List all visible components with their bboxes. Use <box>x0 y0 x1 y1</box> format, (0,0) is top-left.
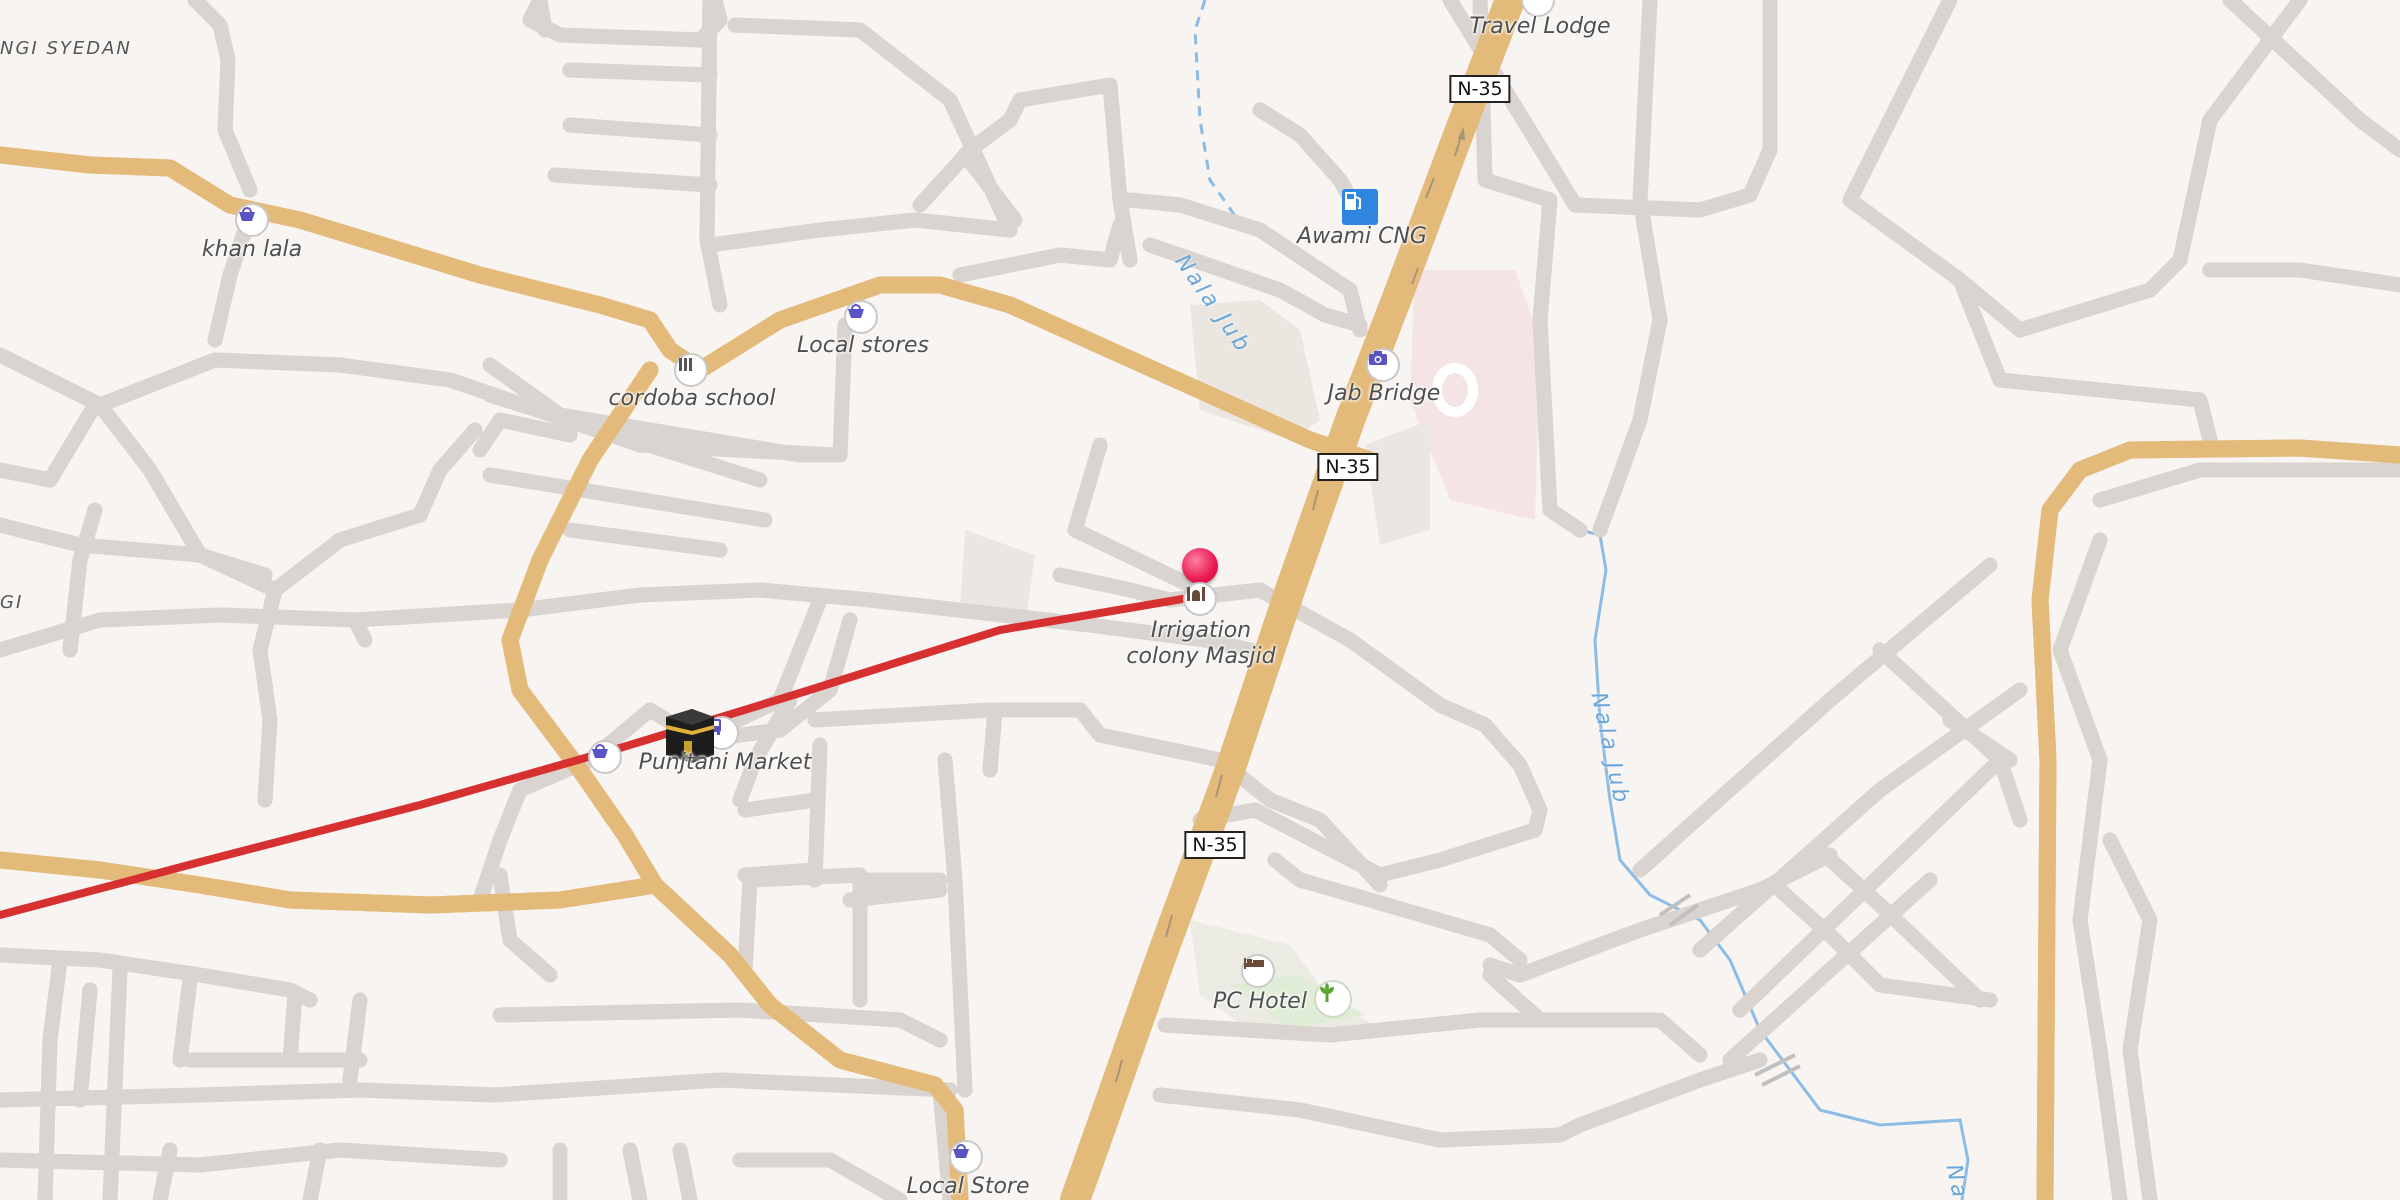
shopping-basket-icon[interactable] <box>844 300 878 334</box>
poi-label-punjtani-market[interactable]: Punjtani Market <box>639 750 812 776</box>
area-label-left: GI <box>0 592 24 613</box>
shopping-basket-icon[interactable] <box>235 203 269 237</box>
poi-label-awami-cng[interactable]: Awami CNG <box>1297 224 1427 250</box>
map-canvas[interactable]: NGI SYEDAN GI Nala Jub Nala Jub Na N-35 … <box>0 0 2400 1200</box>
shopping-basket-icon[interactable] <box>949 1140 983 1174</box>
garden-icon[interactable] <box>1314 980 1352 1018</box>
poi-label-khan-lala[interactable]: khan lala <box>202 237 302 263</box>
poi-label-local-stores[interactable]: Local stores <box>797 333 929 359</box>
road-shield: N-35 <box>1449 75 1511 103</box>
area-label-top-left: NGI SYEDAN <box>0 38 132 59</box>
poi-label-jab-bridge[interactable]: Jab Bridge <box>1328 381 1441 407</box>
poi-label-cordoba-school[interactable]: cordoba school <box>609 386 776 412</box>
fuel-icon[interactable] <box>1342 189 1378 225</box>
road-shield: N-35 <box>1184 831 1246 859</box>
poi-label-local-store[interactable]: Local Store <box>906 1174 1029 1200</box>
camera-icon[interactable] <box>1366 348 1400 382</box>
road-shield: N-35 <box>1317 453 1379 481</box>
mosque-icon[interactable] <box>1183 582 1217 616</box>
shopping-basket-icon[interactable] <box>588 740 622 774</box>
bed-icon[interactable] <box>1241 954 1275 988</box>
poi-label-travel-lodge[interactable]: Travel Lodge <box>1469 14 1610 40</box>
school-icon[interactable] <box>674 353 708 387</box>
poi-label-pc-hotel[interactable]: PC Hotel <box>1213 989 1307 1015</box>
location-pin-icon[interactable] <box>1182 548 1218 584</box>
poi-label-irrigation-masjid[interactable]: Irrigation colony Masjid <box>1126 618 1275 670</box>
